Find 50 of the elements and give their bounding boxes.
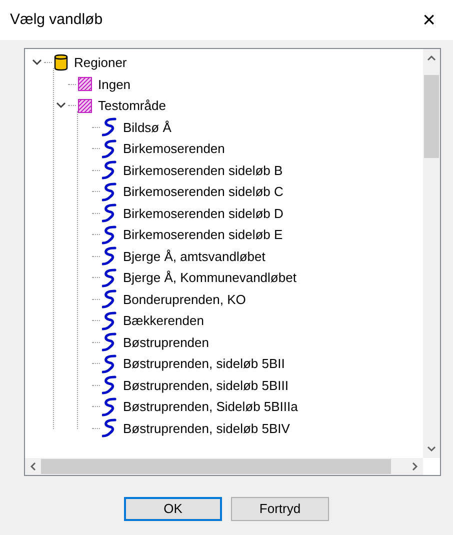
tree-item[interactable]: Bøstruprenden, sideløb 5BII xyxy=(123,354,285,374)
scroll-up-icon[interactable] xyxy=(427,55,436,61)
tree-item[interactable]: Birkemoserenden xyxy=(123,139,225,158)
stream-icon xyxy=(102,224,117,245)
tree-item[interactable]: Birkemoserenden sideløb C xyxy=(123,182,284,202)
stream-icon xyxy=(102,182,117,202)
stream-icon xyxy=(102,418,117,438)
close-button[interactable]: × xyxy=(417,8,441,32)
tree-item[interactable]: Birkemoserenden sideløb E xyxy=(123,225,283,244)
scroll-right-icon[interactable] xyxy=(412,462,418,471)
stream-icon xyxy=(102,160,117,180)
tree-item[interactable]: Bjerge Å, amtsvandløbet xyxy=(123,246,266,266)
database-icon xyxy=(54,54,68,72)
tree-item[interactable]: Bøstruprenden, Sideløb 5BIIIa xyxy=(123,397,298,416)
tree-item[interactable]: Bonderuprenden, KO xyxy=(123,290,246,309)
tree-item[interactable]: Bildsø Å xyxy=(123,118,172,137)
tree-item[interactable]: Birkemoserenden sideløb B xyxy=(123,160,283,180)
tree-item[interactable]: Ingen xyxy=(98,74,131,94)
stream-icon xyxy=(102,117,117,138)
stream-icon xyxy=(102,375,117,396)
stream-icon xyxy=(102,332,117,352)
stream-icon xyxy=(102,138,117,159)
scroll-down-icon[interactable] xyxy=(427,446,436,452)
chevron-down-icon[interactable] xyxy=(56,102,66,110)
window-title: Vælg vandløb xyxy=(10,10,103,30)
stream-icon xyxy=(102,246,117,266)
stream-icon xyxy=(102,354,117,374)
tree-item[interactable]: Bjerge Å, Kommunevandløbet xyxy=(123,268,296,288)
horizontal-scrollbar[interactable] xyxy=(25,458,423,475)
chevron-down-icon[interactable] xyxy=(32,59,42,66)
hatched-square-icon xyxy=(78,98,92,113)
hatched-square-icon xyxy=(78,77,92,92)
vertical-scrollbar[interactable] xyxy=(423,49,440,458)
tree-item[interactable]: Birkemoserenden sideløb D xyxy=(123,204,284,223)
tree-item[interactable]: Testområde xyxy=(98,96,166,116)
dialog-button[interactable]: Fortryd xyxy=(231,497,329,521)
scroll-left-icon[interactable] xyxy=(30,462,36,471)
tree-item[interactable]: Bøstruprenden, sideløb 5BIII xyxy=(123,376,288,395)
tree-item[interactable]: Bækkerenden xyxy=(123,311,204,330)
stream-icon xyxy=(102,396,117,417)
scrollbar-thumb[interactable] xyxy=(41,459,391,474)
dialog-button[interactable]: OK xyxy=(124,497,222,521)
tree-item[interactable]: Regioner xyxy=(74,53,127,72)
tree-item[interactable]: Bøstruprenden xyxy=(123,332,209,352)
stream-icon xyxy=(102,203,117,224)
scrollbar-thumb[interactable] xyxy=(424,75,439,158)
stream-icon xyxy=(102,289,117,310)
stream-icon xyxy=(102,310,117,331)
tree-item[interactable]: Bøstruprenden, sideløb 5BIV xyxy=(123,418,290,438)
stream-icon xyxy=(102,268,117,288)
